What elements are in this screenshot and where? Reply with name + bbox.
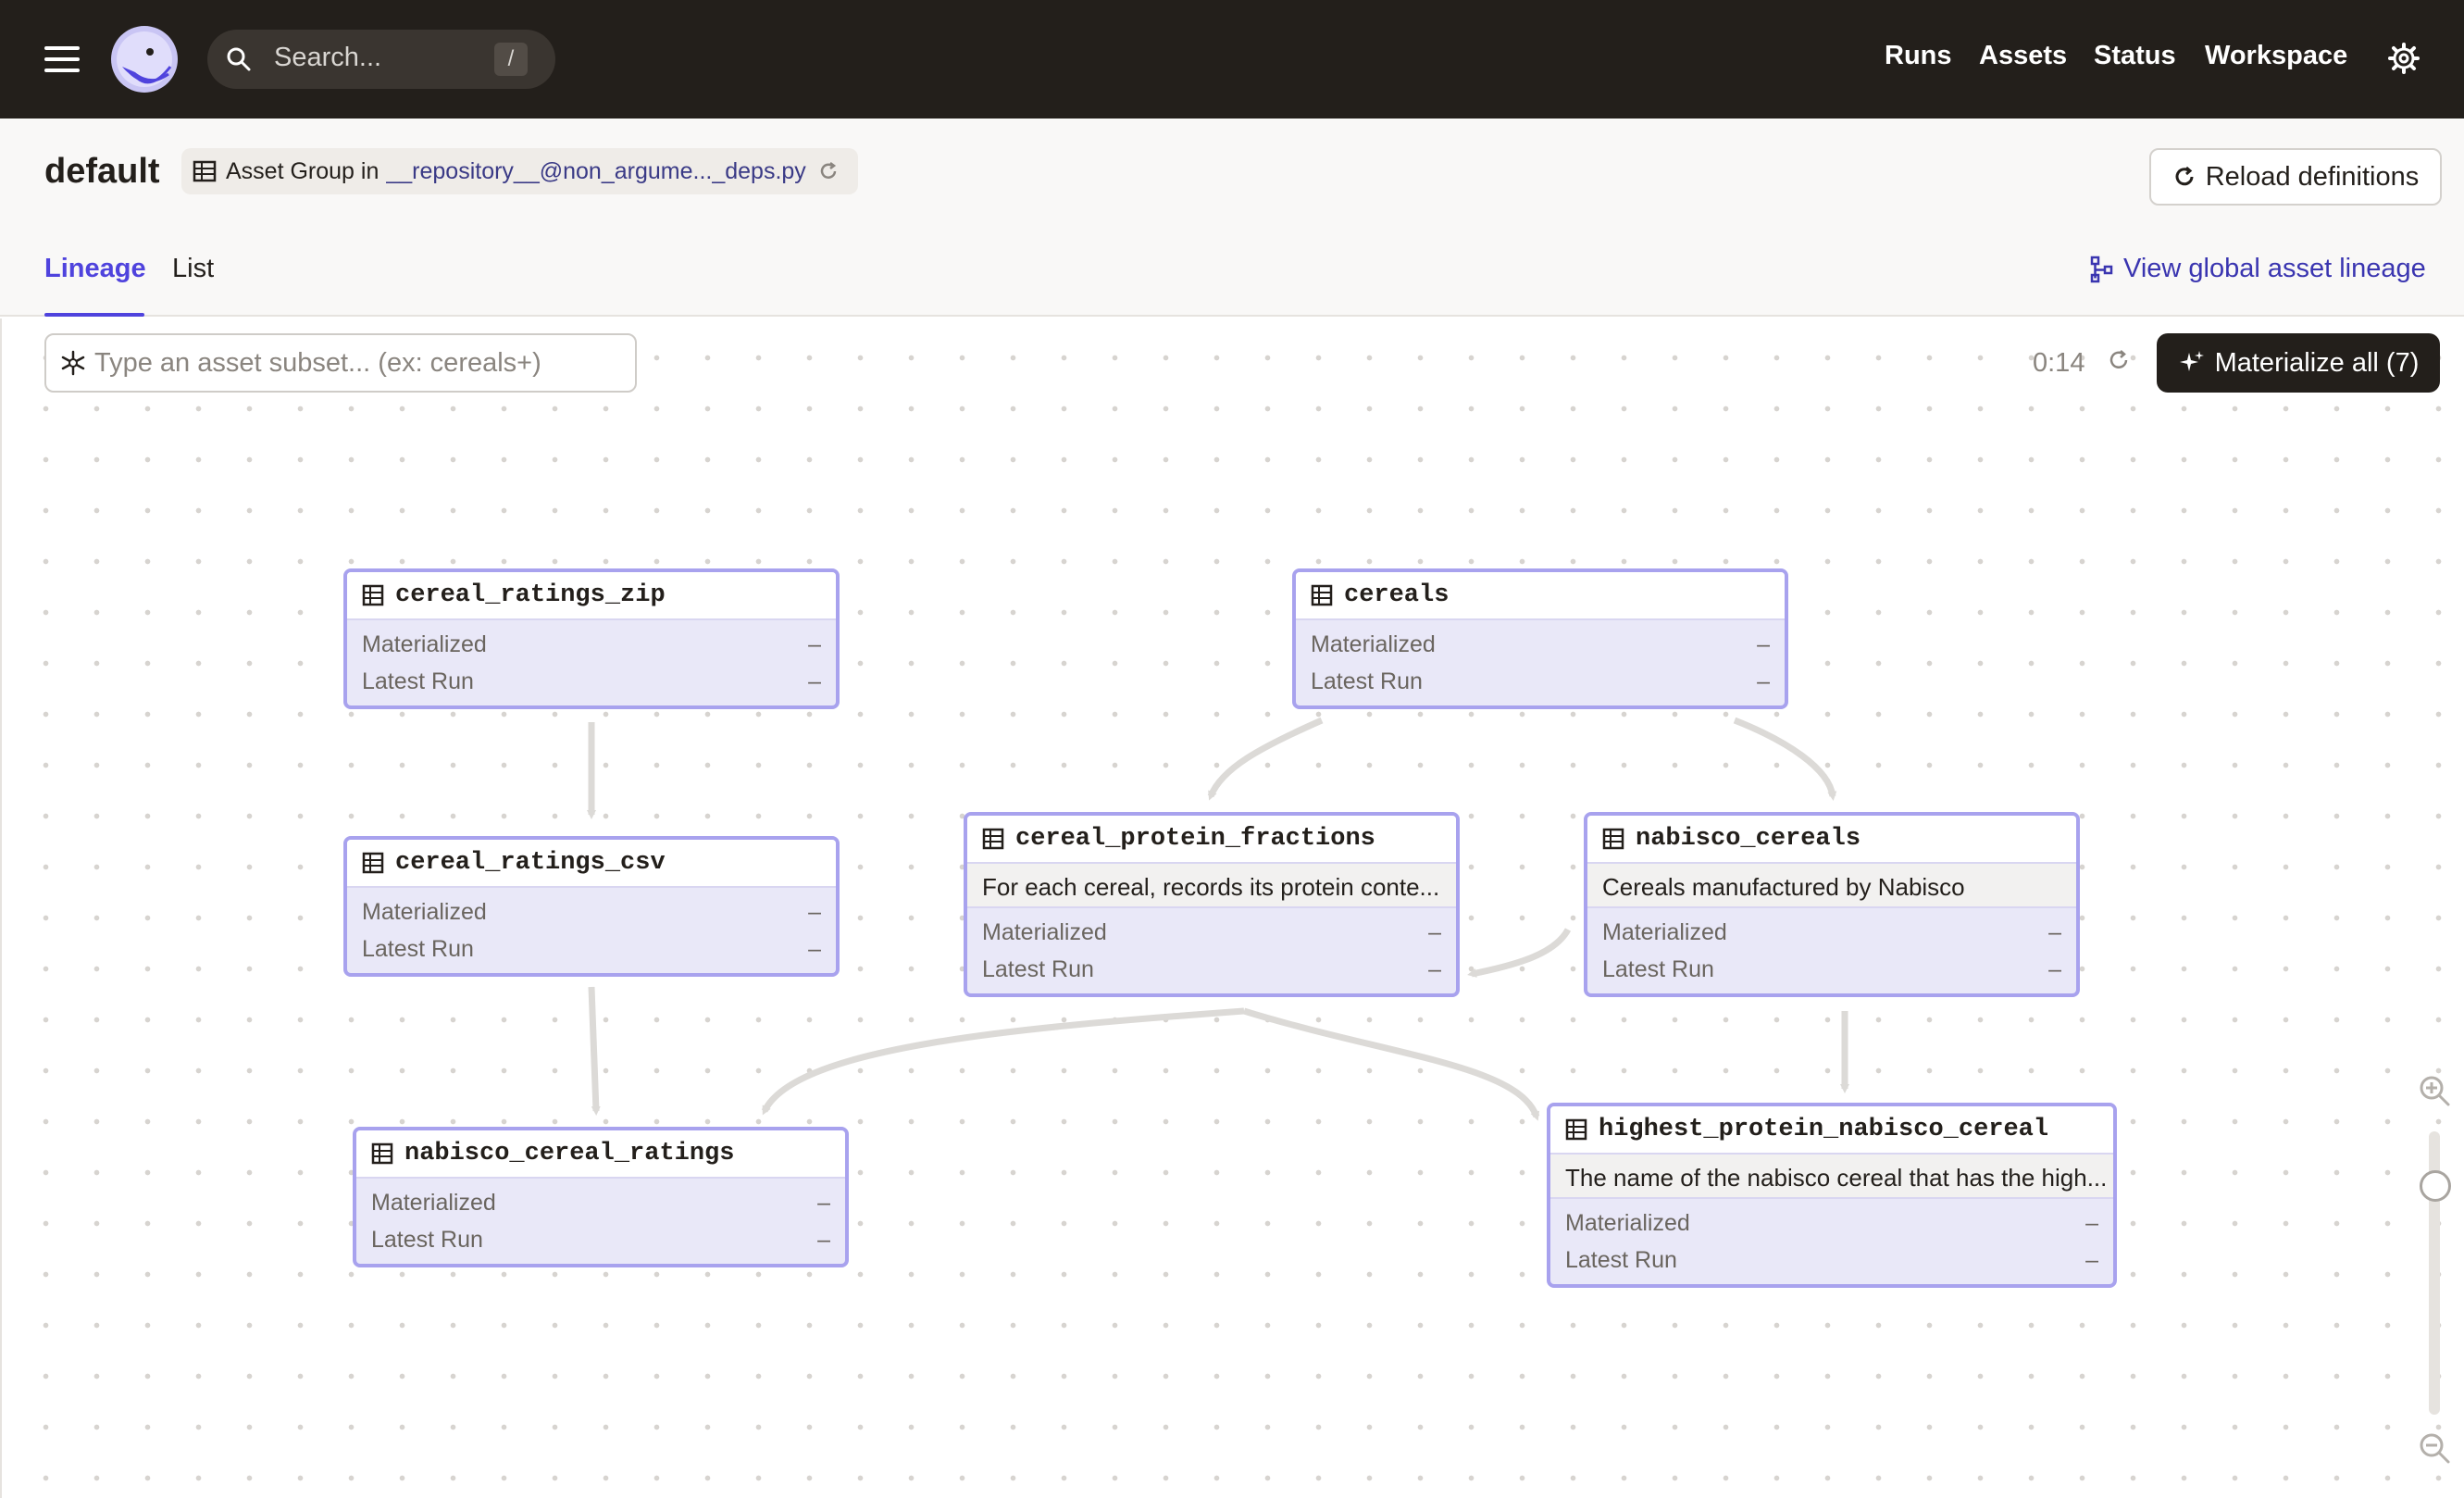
search-shortcut-hint: / xyxy=(494,43,528,76)
table-icon xyxy=(1602,828,1624,850)
page-header: default Asset Group in __repository__@no… xyxy=(0,119,2464,317)
asset-node-nabisco_cereals[interactable]: nabisco_cereals Cereals manufactured by … xyxy=(1584,812,2080,997)
nav-status[interactable]: Status xyxy=(2094,41,2176,71)
sparkle-icon xyxy=(2179,351,2204,371)
asset-node-cereal_ratings_csv[interactable]: cereal_ratings_csv Materialized – Latest … xyxy=(343,836,840,977)
latest-run-value: – xyxy=(2048,955,2061,982)
tab-lineage[interactable]: Lineage xyxy=(44,254,146,284)
table-icon xyxy=(193,160,217,182)
reload-location-icon[interactable] xyxy=(817,160,840,182)
latest-run-label: Latest Run xyxy=(362,935,474,962)
asset-name: nabisco_cereal_ratings xyxy=(404,1140,735,1167)
dagster-logo[interactable] xyxy=(109,24,180,94)
reload-definitions-button[interactable]: Reload definitions xyxy=(2149,148,2442,206)
latest-run-value: – xyxy=(808,935,821,962)
search-icon xyxy=(227,47,251,71)
asset-group-prefix: Asset Group in xyxy=(226,157,380,184)
refresh-icon xyxy=(2175,166,2194,186)
asset-group-info: Asset Group in __repository__@non_argume… xyxy=(181,148,858,194)
table-icon xyxy=(362,584,384,606)
reload-definitions-label: Reload definitions xyxy=(2205,161,2420,192)
materialized-label: Materialized xyxy=(1602,918,1727,945)
tab-list[interactable]: List xyxy=(172,254,214,284)
materialize-all-button[interactable]: Materialize all (7) xyxy=(2157,333,2440,393)
zoom-in-icon[interactable] xyxy=(2418,1074,2451,1107)
materialize-all-label: Materialize all (7) xyxy=(2214,347,2420,378)
materialized-label: Materialized xyxy=(362,898,487,925)
search-input[interactable]: Search... / xyxy=(207,30,555,89)
table-icon xyxy=(1565,1118,1587,1141)
table-icon xyxy=(1311,584,1333,606)
asset-node-nabisco_cereal_ratings[interactable]: nabisco_cereal_ratings Materialized – Lat… xyxy=(353,1127,849,1267)
view-global-lineage-link[interactable]: View global asset lineage xyxy=(2090,254,2426,284)
nav-runs[interactable]: Runs xyxy=(1885,41,1952,71)
asset-description: For each cereal, records its protein con… xyxy=(967,864,1456,908)
nav-assets[interactable]: Assets xyxy=(1979,41,2067,71)
materialized-label: Materialized xyxy=(362,630,487,657)
refresh-icon[interactable] xyxy=(2107,348,2131,372)
latest-run-value: – xyxy=(1428,955,1441,982)
asset-node-cereal_ratings_zip[interactable]: cereal_ratings_zip Materialized – Latest … xyxy=(343,568,840,709)
latest-run-value: – xyxy=(1757,668,1770,694)
materialized-value: – xyxy=(1757,630,1770,657)
refresh-timer: 0:14 xyxy=(2033,348,2085,378)
nav-workspace[interactable]: Workspace xyxy=(2205,41,2347,71)
materialized-value: – xyxy=(817,1189,830,1216)
gear-icon[interactable] xyxy=(2388,43,2420,74)
asset-name: highest_protein_nabisco_cereal xyxy=(1599,1116,2049,1143)
active-tab-indicator xyxy=(44,313,144,317)
latest-run-label: Latest Run xyxy=(1565,1246,1677,1273)
asterisk-icon xyxy=(61,350,85,376)
asset-name: cereal_protein_fractions xyxy=(1015,825,1375,853)
zoom-slider-handle[interactable] xyxy=(2420,1170,2451,1202)
repository-location-link[interactable]: __repository__@non_argume..._deps.py xyxy=(386,158,805,185)
table-icon xyxy=(982,828,1004,850)
latest-run-label: Latest Run xyxy=(1311,668,1423,694)
top-navigation-bar: Search... / Runs Assets Status Workspace xyxy=(0,0,2464,119)
materialized-label: Materialized xyxy=(1311,630,1436,657)
latest-run-label: Latest Run xyxy=(982,955,1094,982)
asset-description: Cereals manufactured by Nabisco xyxy=(1587,864,2076,908)
latest-run-value: – xyxy=(2085,1246,2098,1273)
zoom-out-icon[interactable] xyxy=(2418,1431,2451,1465)
materialized-value: – xyxy=(808,630,821,657)
materialized-value: – xyxy=(808,898,821,925)
asset-subset-input[interactable]: Type an asset subset... (ex: cereals+) xyxy=(44,333,637,393)
asset-subset-placeholder: Type an asset subset... (ex: cereals+) xyxy=(94,347,541,378)
lineage-icon xyxy=(2090,256,2113,282)
latest-run-value: – xyxy=(808,668,821,694)
search-placeholder: Search... xyxy=(274,43,382,72)
table-icon xyxy=(362,852,384,874)
latest-run-label: Latest Run xyxy=(371,1226,483,1253)
asset-name: cereal_ratings_csv xyxy=(395,849,666,877)
asset-node-highest_protein_nabisco_cereal[interactable]: highest_protein_nabisco_cereal The name … xyxy=(1547,1103,2117,1288)
asset-node-cereal_protein_fractions[interactable]: cereal_protein_fractions For each cereal… xyxy=(964,812,1460,997)
asset-name: nabisco_cereals xyxy=(1636,825,1861,853)
page-title: default xyxy=(44,152,160,191)
table-icon xyxy=(371,1142,393,1165)
asset-node-cereals[interactable]: cereals Materialized – Latest Run – xyxy=(1292,568,1788,709)
latest-run-label: Latest Run xyxy=(362,668,474,694)
materialized-value: – xyxy=(2048,918,2061,945)
view-global-lineage-label: View global asset lineage xyxy=(2123,254,2426,283)
latest-run-value: – xyxy=(817,1226,830,1253)
hamburger-menu-icon[interactable] xyxy=(44,46,80,72)
asset-name: cereals xyxy=(1344,581,1450,609)
materialized-value: – xyxy=(2085,1209,2098,1236)
materialized-label: Materialized xyxy=(371,1189,496,1216)
materialized-value: – xyxy=(1428,918,1441,945)
materialized-label: Materialized xyxy=(1565,1209,1690,1236)
latest-run-label: Latest Run xyxy=(1602,955,1714,982)
asset-description: The name of the nabisco cereal that has … xyxy=(1550,1155,2113,1199)
materialized-label: Materialized xyxy=(982,918,1107,945)
asset-name: cereal_ratings_zip xyxy=(395,581,666,609)
